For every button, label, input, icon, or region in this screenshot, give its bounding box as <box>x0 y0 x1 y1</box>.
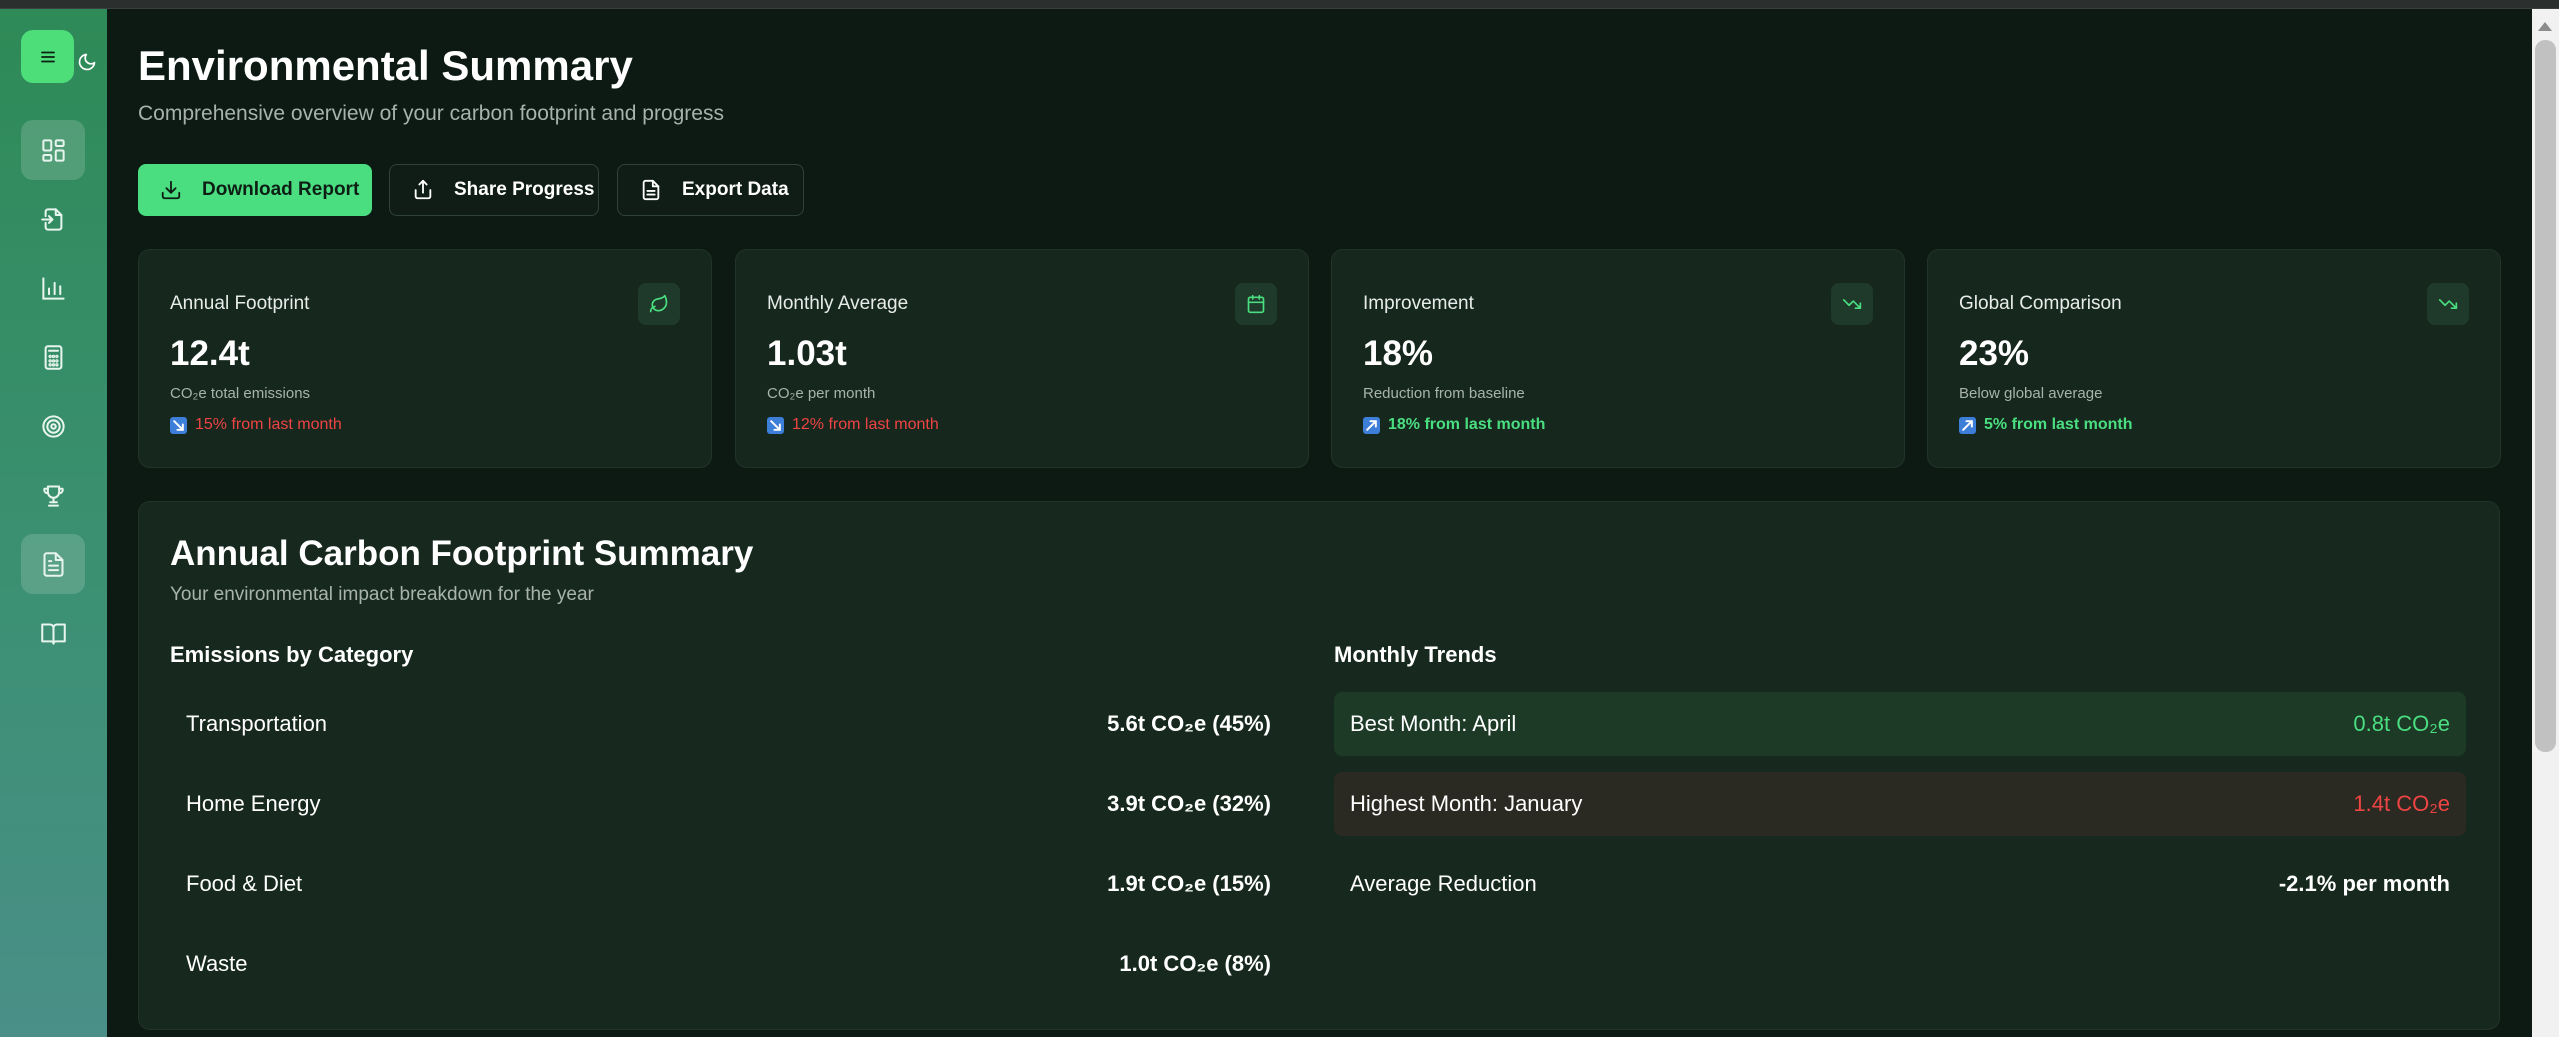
category-row: Food & Diet 1.9t CO₂e (15%) <box>170 852 1287 916</box>
annual-summary-panel: Annual Carbon Footprint Summary Your env… <box>138 501 2500 1030</box>
download-report-button[interactable]: Download Report <box>138 164 372 216</box>
trend-row-average: Average Reduction -2.1% per month <box>1334 852 2466 916</box>
share-progress-button[interactable]: Share Progress <box>389 164 599 216</box>
page-title: Environmental Summary <box>138 42 633 89</box>
summary-subtitle: Your environmental impact breakdown for … <box>170 584 594 605</box>
category-value: 1.0t CO₂e (8%) <box>1119 951 1271 976</box>
stat-change-text: 5% from last month <box>1984 416 2133 433</box>
trend-label: Average Reduction <box>1350 871 1537 896</box>
category-row: Waste 1.0t CO₂e (8%) <box>170 932 1287 996</box>
book-icon <box>40 622 66 645</box>
stat-icon-box <box>1831 283 1873 325</box>
trend-row-highest: Highest Month: January 1.4t CO₂e <box>1334 772 2466 836</box>
log-in-icon <box>40 207 62 231</box>
stat-card-global-comparison: Global Comparison 23% Below global avera… <box>1927 249 2501 468</box>
stat-description: Below global average <box>1959 385 2103 402</box>
stat-description: CO₂e per month <box>767 385 876 402</box>
stat-change: 18% from last month <box>1363 416 1545 434</box>
trending-down-icon <box>2438 299 2458 309</box>
trend-down-badge-icon <box>767 416 784 434</box>
trend-row-best: Best Month: April 0.8t CO₂e <box>1334 692 2466 756</box>
category-label: Waste <box>186 951 248 976</box>
stat-card-improvement: Improvement 18% Reduction from baseline … <box>1331 249 1905 468</box>
category-value: 5.6t CO₂e (45%) <box>1107 711 1271 736</box>
trends-heading: Monthly Trends <box>1334 642 1497 667</box>
trend-value: -2.1% per month <box>2278 871 2450 896</box>
dashboard-icon <box>41 138 65 162</box>
sidebar-item-reports[interactable] <box>21 534 85 594</box>
stat-value: 1.03t <box>767 334 847 373</box>
category-row: Transportation 5.6t CO₂e (45%) <box>170 692 1287 756</box>
stat-value: 12.4t <box>170 334 250 373</box>
stat-label: Monthly Average <box>767 293 909 314</box>
stat-change-text: 15% from last month <box>195 416 342 433</box>
stat-label: Global Comparison <box>1959 293 2122 314</box>
sidebar-item-analytics[interactable] <box>21 258 85 318</box>
stat-value: 23% <box>1959 334 2030 373</box>
download-report-label: Download Report <box>202 179 360 200</box>
menu-icon <box>40 51 55 62</box>
sidebar-item-goals[interactable] <box>21 396 85 456</box>
bar-chart-icon <box>41 276 65 300</box>
trend-label: Highest Month: January <box>1350 791 1583 816</box>
trend-label: Best Month: April <box>1350 711 1517 736</box>
sidebar-item-calculator[interactable] <box>21 327 85 387</box>
trending-down-icon <box>1842 299 1862 309</box>
stat-label: Improvement <box>1363 293 1474 314</box>
report-icon <box>42 551 64 577</box>
category-value: 1.9t CO₂e (15%) <box>1107 871 1271 896</box>
download-icon <box>161 180 181 200</box>
category-label: Transportation <box>186 711 328 736</box>
sidebar-item-input[interactable] <box>21 189 85 249</box>
category-row: Home Energy 3.9t CO₂e (32%) <box>170 772 1287 836</box>
category-label: Home Energy <box>186 791 321 816</box>
target-icon <box>41 414 65 438</box>
sidebar <box>0 9 107 1037</box>
moon-icon <box>78 53 96 71</box>
stat-value: 18% <box>1363 334 1434 373</box>
category-label: Food & Diet <box>186 871 303 896</box>
stat-change: 5% from last month <box>1959 416 2132 434</box>
categories-heading: Emissions by Category <box>170 642 414 667</box>
menu-toggle-button[interactable] <box>21 30 74 83</box>
trend-value: 1.4t CO₂e <box>2353 791 2450 816</box>
stat-card-monthly-average: Monthly Average 1.03t CO₂e per month 12%… <box>735 249 1309 468</box>
stat-change: 12% from last month <box>767 416 939 434</box>
stat-change-text: 18% from last month <box>1388 416 1546 433</box>
stat-icon-box <box>2427 283 2469 325</box>
share-progress-label: Share Progress <box>454 179 595 200</box>
calendar-icon <box>1247 294 1265 314</box>
trend-up-badge-icon <box>1363 416 1380 434</box>
summary-title: Annual Carbon Footprint Summary <box>170 534 754 573</box>
main-content: Environmental Summary Comprehensive over… <box>107 9 2532 1037</box>
stat-change-text: 12% from last month <box>792 416 939 433</box>
stat-change: 15% from last month <box>170 416 342 434</box>
category-value: 3.9t CO₂e (32%) <box>1107 791 1271 816</box>
stat-icon-box <box>638 283 680 325</box>
leaf-icon <box>649 294 668 313</box>
trend-value: 0.8t CO₂e <box>2353 711 2450 736</box>
sidebar-item-achievements[interactable] <box>21 465 85 525</box>
page-subtitle: Comprehensive overview of your carbon fo… <box>138 102 724 125</box>
stat-icon-box <box>1235 283 1277 325</box>
scrollbar-thumb[interactable] <box>2535 40 2556 752</box>
sidebar-item-learn[interactable] <box>21 603 85 663</box>
stat-card-annual-footprint: Annual Footprint 12.4t CO₂e total emissi… <box>138 249 712 468</box>
trend-down-badge-icon <box>170 416 187 434</box>
export-data-label: Export Data <box>682 179 789 200</box>
export-data-button[interactable]: Export Data <box>617 164 804 216</box>
file-text-icon <box>642 179 660 201</box>
calculator-icon <box>44 344 62 370</box>
sidebar-item-dashboard[interactable] <box>21 120 85 180</box>
stat-label: Annual Footprint <box>170 293 310 314</box>
browser-top-bar <box>0 0 2559 9</box>
stat-description: CO₂e total emissions <box>170 385 311 402</box>
theme-toggle-button[interactable] <box>76 51 98 73</box>
scroll-up-arrow-icon[interactable] <box>2538 22 2552 31</box>
trend-up-badge-icon <box>1959 416 1976 434</box>
trophy-icon <box>42 484 64 507</box>
share-icon <box>414 179 432 200</box>
stat-description: Reduction from baseline <box>1363 385 1525 402</box>
